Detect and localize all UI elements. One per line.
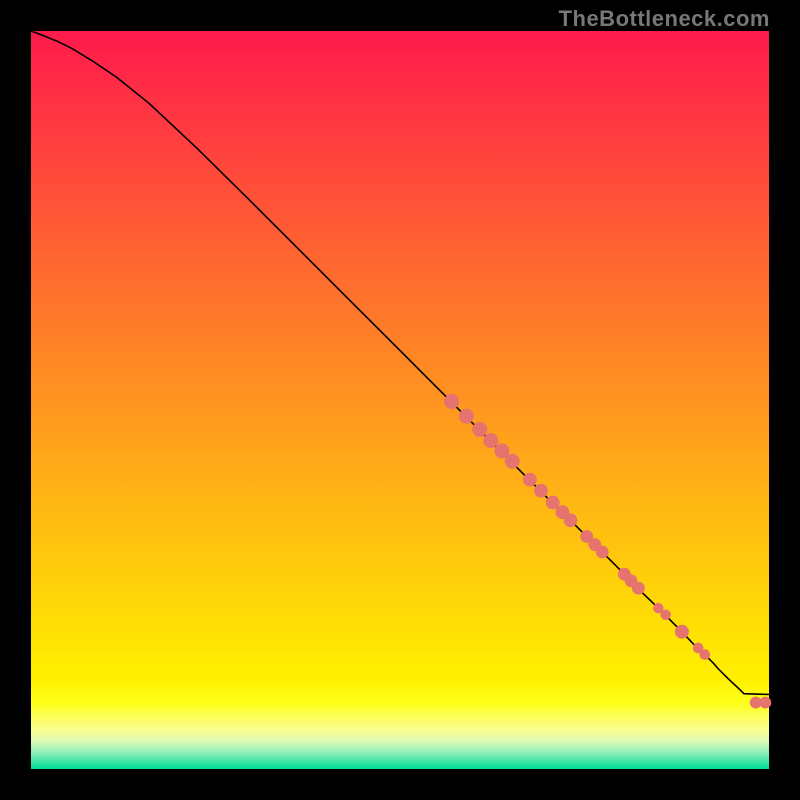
chart-svg	[31, 31, 769, 769]
main-curve	[31, 31, 769, 694]
data-point	[472, 422, 487, 437]
curve-layer	[31, 31, 769, 694]
data-point	[523, 473, 537, 487]
stage: TheBottleneck.com	[0, 0, 800, 800]
data-point	[564, 513, 578, 527]
data-point	[459, 409, 474, 424]
data-point	[660, 610, 670, 620]
data-point	[632, 582, 645, 595]
data-point	[596, 546, 609, 559]
data-point	[699, 649, 710, 660]
data-point	[759, 697, 771, 709]
data-point	[483, 433, 498, 448]
watermark-text: TheBottleneck.com	[559, 6, 770, 32]
data-point	[505, 454, 520, 469]
data-point	[675, 625, 689, 639]
dots-layer	[444, 394, 771, 708]
data-point	[444, 394, 459, 409]
plot-area	[31, 31, 769, 769]
data-point	[534, 484, 548, 498]
